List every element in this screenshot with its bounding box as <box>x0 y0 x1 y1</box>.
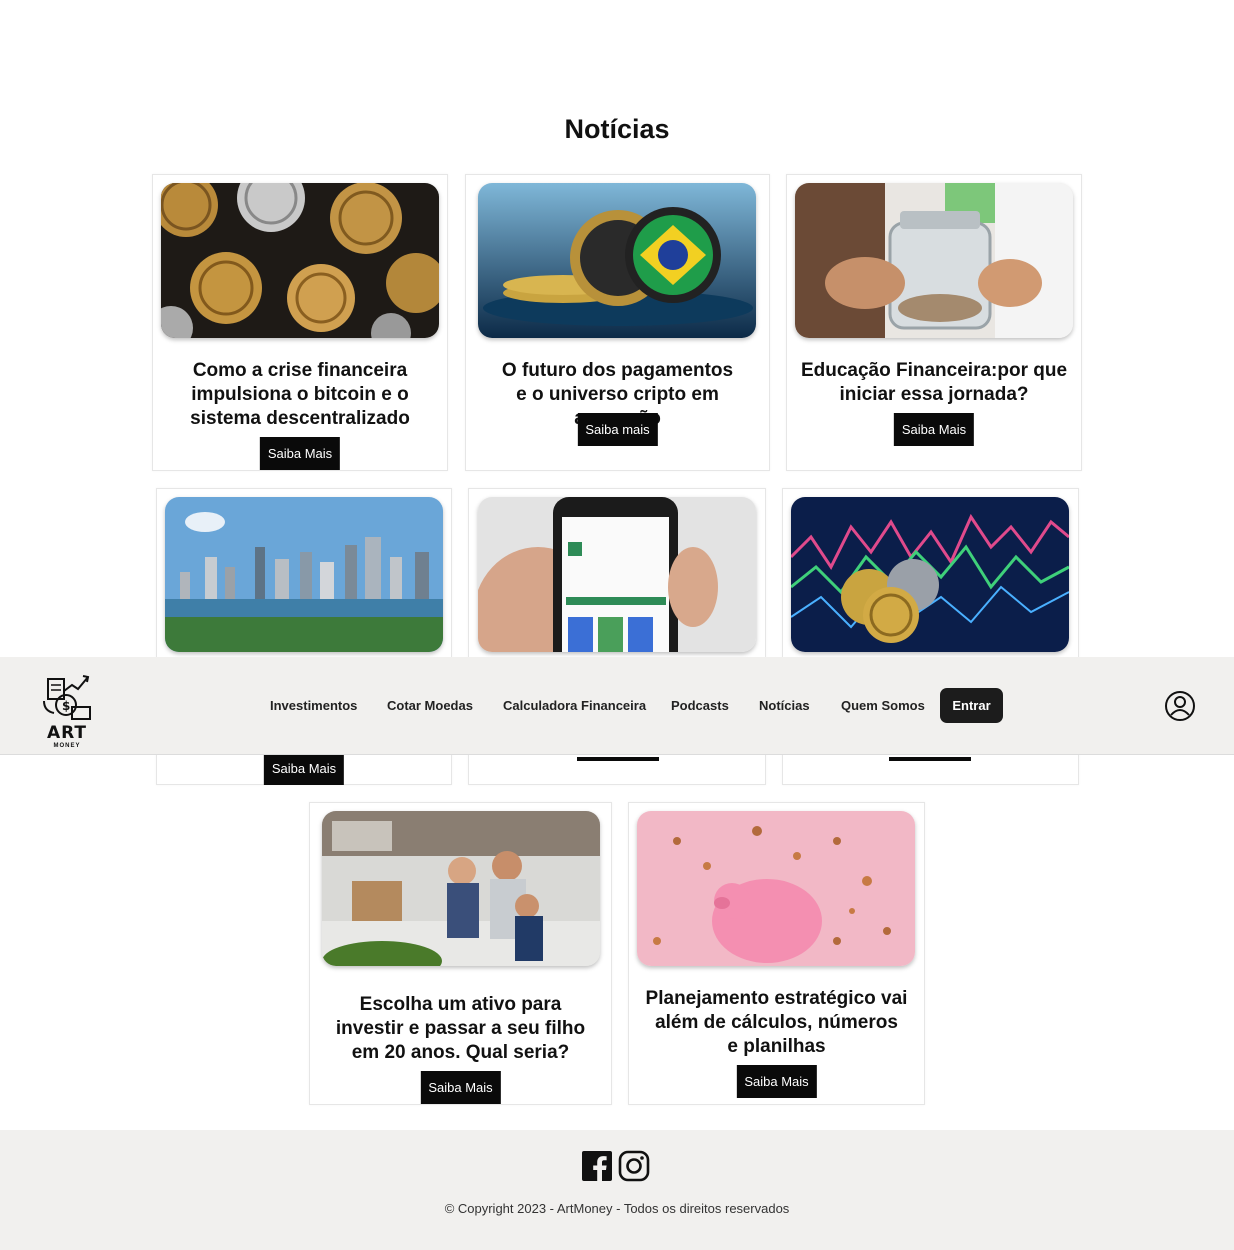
logo-subtext: MONEY <box>53 743 81 749</box>
news-card-ativo-filho: Escolha um ativo para investir e passar … <box>309 802 612 1105</box>
saiba-mais-button[interactable]: Saiba Mais <box>736 1065 817 1098</box>
nav-investimentos[interactable]: Investimentos <box>270 698 357 713</box>
nav-noticias[interactable]: Notícias <box>759 698 810 713</box>
news-image-crypto-chart[interactable] <box>791 497 1069 652</box>
news-card-title: Planejamento estratégico vai além de cál… <box>645 988 908 1057</box>
nav-calculadora-financeira[interactable]: Calculadora Financeira <box>503 698 646 713</box>
news-card-educacao-financeira: Educação Financeira:por que iniciar essa… <box>786 174 1082 471</box>
entrar-button[interactable]: Entrar <box>940 688 1003 723</box>
nav-quem-somos[interactable]: Quem Somos <box>841 698 925 713</box>
saiba-mais-button[interactable] <box>577 757 659 761</box>
news-image-phone-app[interactable] <box>478 497 756 652</box>
news-image-bitcoin-brasil[interactable] <box>478 183 756 338</box>
svg-text:$: $ <box>62 699 70 713</box>
saiba-mais-button[interactable]: Saiba mais <box>577 413 658 446</box>
saiba-mais-button[interactable]: Saiba Mais <box>893 413 975 446</box>
user-circle-icon[interactable] <box>1164 690 1196 722</box>
news-image-coins[interactable] <box>161 183 439 338</box>
news-card-title: Escolha um ativo para investir e passar … <box>335 994 586 1063</box>
news-card-futuro-pagamentos: O futuro dos pagamentos e o universo cri… <box>465 174 770 471</box>
news-image-family[interactable] <box>322 811 600 966</box>
news-image-piggy-bank[interactable] <box>637 811 915 966</box>
copyright-text: © Copyright 2023 - ArtMoney - Todos os d… <box>444 1201 790 1216</box>
nav-podcasts[interactable]: Podcasts <box>671 698 729 713</box>
news-image-coin-jar[interactable] <box>795 183 1073 338</box>
news-card-planejamento: Planejamento estratégico vai além de cál… <box>628 802 925 1105</box>
news-image-city-skyline[interactable] <box>165 497 443 652</box>
saiba-mais-button[interactable]: Saiba Mais <box>263 752 345 785</box>
saiba-mais-button[interactable]: Saiba Mais <box>420 1071 501 1104</box>
news-card-title: Como a crise financeira impulsiona o bit… <box>190 360 410 429</box>
footer: © Copyright 2023 - ArtMoney - Todos os d… <box>0 1130 1234 1250</box>
saiba-mais-button[interactable]: Saiba Mais <box>259 437 341 470</box>
logo-text: ART <box>46 723 88 743</box>
page-title: Notícias <box>564 114 670 144</box>
money-chart-icon: $ <box>43 675 91 720</box>
navbar: $ ART MONEY Investimentos Cotar Moedas C… <box>0 657 1234 755</box>
facebook-icon[interactable] <box>581 1150 613 1182</box>
news-card-title: Educação Financeira:por que iniciar essa… <box>800 360 1068 405</box>
artmoney-logo[interactable]: $ ART MONEY <box>40 671 96 749</box>
news-card-crise-bitcoin: Como a crise financeira impulsiona o bit… <box>152 174 448 471</box>
instagram-icon[interactable] <box>618 1150 650 1182</box>
saiba-mais-button[interactable] <box>889 757 971 761</box>
nav-cotar-moedas[interactable]: Cotar Moedas <box>387 698 473 713</box>
